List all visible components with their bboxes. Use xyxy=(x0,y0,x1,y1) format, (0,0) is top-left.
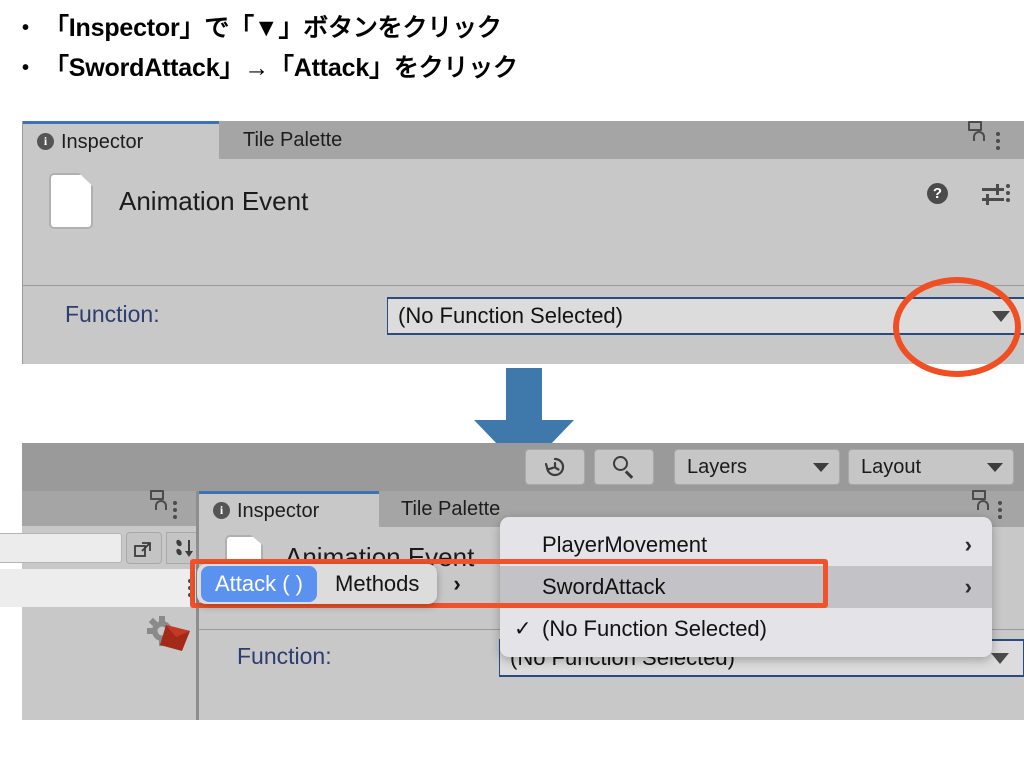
check-icon: ✓ xyxy=(514,617,532,641)
info-icon: i xyxy=(37,133,54,150)
sort-icon xyxy=(176,539,193,557)
annotation-ellipse-dropdown xyxy=(893,277,1021,377)
unity-toolbar: Layers Layout xyxy=(22,443,1024,491)
function-label: Function: xyxy=(237,643,332,669)
tab-tile-palette[interactable]: Tile Palette xyxy=(229,121,356,159)
document-icon xyxy=(49,173,93,229)
bullet-marker: • xyxy=(22,17,29,39)
screenshot-root: • 「Inspector」で「▼」ボタンをクリック • 「SwordAttack… xyxy=(0,0,1024,768)
expand-window-button[interactable] xyxy=(126,532,162,564)
kebab-icon xyxy=(1005,184,1010,202)
panel-menu-button[interactable] xyxy=(995,132,1000,150)
caret-down-icon xyxy=(991,652,1009,664)
panel-menu-button[interactable] xyxy=(997,501,1002,519)
menu-item-no-function-selected[interactable]: ✓ (No Function Selected) xyxy=(500,608,992,650)
left-partial-panel xyxy=(0,490,204,720)
tab-inspector[interactable]: i Inspector xyxy=(23,121,219,159)
tab-inspector-label: Inspector xyxy=(61,130,144,153)
submenu-item-attack[interactable]: Attack ( ) xyxy=(201,566,318,602)
search-button[interactable] xyxy=(594,449,654,485)
chevron-right-icon: › xyxy=(964,574,972,599)
tab-tile-palette[interactable]: Tile Palette xyxy=(387,491,514,527)
instruction-list: • 「Inspector」で「▼」ボタンをクリック • 「SwordAttack… xyxy=(22,8,1002,88)
kebab-icon xyxy=(995,132,1000,150)
help-icon: ? xyxy=(927,183,948,204)
methods-submenu: Attack ( ) Methods › xyxy=(197,564,461,604)
search-input[interactable] xyxy=(0,533,122,563)
tab-inspector[interactable]: i Inspector xyxy=(199,491,379,527)
left-panel-menu-button[interactable] xyxy=(172,501,177,519)
chevron-right-icon: › xyxy=(453,571,461,596)
section-divider xyxy=(23,285,1024,286)
object-title: Animation Event xyxy=(119,185,309,216)
tab-inspector-label: Inspector xyxy=(237,499,320,522)
caret-down-icon xyxy=(987,462,1003,472)
layers-dropdown[interactable]: Layers xyxy=(674,449,840,485)
instruction-item-2: • 「SwordAttack」→「Attack」をクリック xyxy=(22,48,1002,88)
layers-dropdown-label: Layers xyxy=(687,455,748,478)
menu-item-label: PlayerMovement xyxy=(542,532,708,557)
caret-down-icon xyxy=(813,462,829,472)
tab-tile-palette-label: Tile Palette xyxy=(401,498,501,520)
function-label: Function: xyxy=(65,301,160,327)
hierarchy-row[interactable] xyxy=(0,569,204,607)
submenu-methods-label: Methods xyxy=(335,571,420,596)
search-icon xyxy=(612,455,636,479)
history-icon xyxy=(544,457,565,477)
gear-asset-icon xyxy=(146,615,192,660)
expand-window-icon xyxy=(134,542,151,557)
top-inspector-panel: i Inspector Tile Palette Animation Event… xyxy=(22,121,1024,364)
submenu-item-methods[interactable]: Methods › xyxy=(317,571,475,597)
kebab-icon xyxy=(172,501,177,519)
tab-tile-palette-label: Tile Palette xyxy=(243,129,343,151)
left-panel-tabbar xyxy=(22,490,197,526)
function-dropdown-value: (No Function Selected) xyxy=(398,303,623,328)
top-panel-tabbar: i Inspector Tile Palette xyxy=(23,121,1024,159)
layout-dropdown[interactable]: Layout xyxy=(848,449,1014,485)
instruction-item-1: • 「Inspector」で「▼」ボタンをクリック xyxy=(22,8,1002,48)
kebab-icon xyxy=(997,501,1002,519)
chevron-right-icon: › xyxy=(964,532,972,557)
layout-dropdown-label: Layout xyxy=(861,455,922,478)
history-button[interactable] xyxy=(525,449,585,485)
object-menu-button[interactable] xyxy=(1005,184,1010,202)
instruction-text-1: 「Inspector」で「▼」ボタンをクリック xyxy=(44,14,502,42)
instruction-text-2: 「SwordAttack」→「Attack」をクリック xyxy=(44,54,518,82)
help-button[interactable]: ? xyxy=(927,183,948,204)
top-object-header: Animation Event xyxy=(49,173,308,229)
info-icon: i xyxy=(213,502,230,519)
menu-item-label: (No Function Selected) xyxy=(542,616,767,641)
bullet-marker: • xyxy=(22,57,29,79)
